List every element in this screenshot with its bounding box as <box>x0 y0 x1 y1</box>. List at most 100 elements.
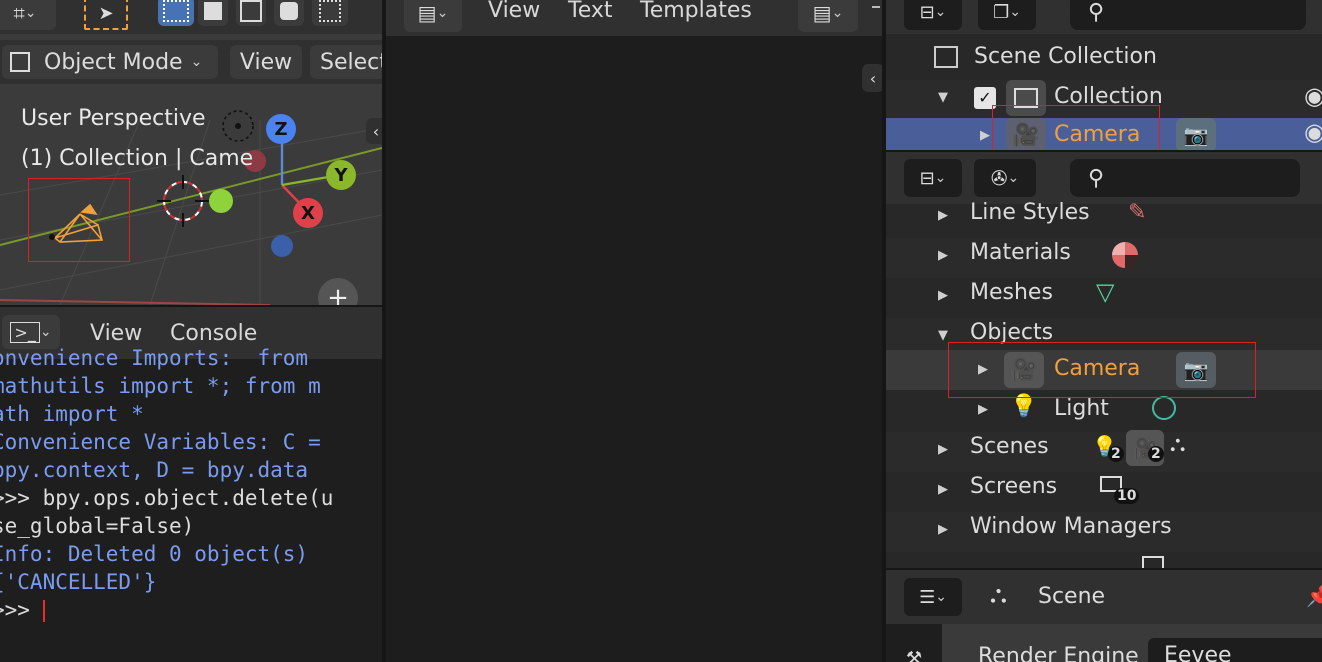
outliner-view-layer[interactable]: ⊟ ⌄ ❐ ⌄ ⚲ Scene Collection ▼ ✓ Collection … <box>886 0 1322 150</box>
select-mode-invert[interactable] <box>274 0 304 26</box>
tree-row-line-styles[interactable]: ▶ Line Styles ✎ <box>886 198 1322 238</box>
expand-arrow-icon[interactable]: ▶ <box>978 402 988 417</box>
axis-y-icon[interactable]: Y <box>326 160 356 190</box>
mode-label: Object Mode <box>44 49 183 75</box>
camera-data-icon[interactable]: 📷 <box>1176 352 1216 388</box>
select-tool-button[interactable]: ➤ <box>84 0 128 30</box>
outliner-file-search-input[interactable]: ⚲ <box>1070 159 1300 197</box>
camera-label: Camera <box>1054 122 1141 147</box>
search-icon: ⚲ <box>1088 165 1105 191</box>
outliner-display-mode[interactable]: ⊟ ⌄ <box>904 0 962 30</box>
console-line: ath import * <box>0 402 144 426</box>
tree-row-window-managers[interactable]: ▶ Window Managers <box>886 512 1322 552</box>
tree-row-scenes[interactable]: ▶ Scenes 💡 2 🎥 2 ⛬ <box>886 430 1322 472</box>
expand-arrow-icon[interactable]: ▶ <box>938 522 948 537</box>
sidebar-toggle[interactable]: ‹ <box>862 64 882 92</box>
outliner-row-collection[interactable]: ▼ ✓ Collection ◉ <box>886 80 1322 118</box>
cursor-icon: ➤ <box>98 2 114 24</box>
text-menu-text[interactable]: Text <box>568 0 613 23</box>
menu-select-label: Select <box>320 49 382 75</box>
outliner-filter-button[interactable]: ❐ ⌄ <box>978 0 1036 30</box>
text-menu-view[interactable]: View <box>488 0 540 23</box>
camera-data-icon[interactable]: 📷 <box>1176 118 1216 150</box>
x-axis-line <box>0 299 271 305</box>
python-console[interactable]: >_ ⌄ View Console onvenience Imports: fro… <box>0 307 382 662</box>
expand-arrow-icon[interactable]: ▶ <box>938 442 948 457</box>
screens-label: Screens <box>970 474 1058 499</box>
properties-editor[interactable]: ☰ ⌄ ⛬ Scene 📌 ⚒ Render Engine Eevee <box>886 570 1322 662</box>
expand-arrow-icon[interactable]: ▶ <box>980 128 990 143</box>
select-mode-extend[interactable] <box>198 0 228 26</box>
render-engine-selector[interactable]: Eevee <box>1148 638 1322 662</box>
text-editor[interactable]: ▤ ⌄ View Text Templates ▤ ⌄ ‹ <box>386 0 882 662</box>
mode-selector[interactable]: Object Mode ⌄ <box>2 45 218 79</box>
viewport-3d[interactable]: Z Y X ⌗ ⌄ ➤ Object Mode ⌄ View Select Use… <box>0 0 382 305</box>
text-menu-templates[interactable]: Templates <box>640 0 752 23</box>
line-styles-label: Line Styles <box>970 200 1090 225</box>
console-prompt[interactable]: >>> <box>0 596 333 624</box>
axis-x-icon[interactable]: X <box>293 198 323 228</box>
tree-row-screens[interactable]: ▶ Screens 10 <box>886 472 1322 512</box>
chevron-down-icon: ⌄ <box>934 170 947 186</box>
tree-row-materials[interactable]: ▶ Materials <box>886 238 1322 278</box>
expand-arrow-icon[interactable]: ▶ <box>978 362 988 377</box>
collection-icon <box>1006 80 1046 116</box>
document-icon <box>1142 556 1164 568</box>
select-mode-new[interactable] <box>158 0 194 26</box>
menu-select[interactable]: Select <box>310 45 382 79</box>
object-type-icon: ⌗ <box>13 1 25 25</box>
console-menu-console[interactable]: Console <box>170 321 257 346</box>
outliner-row-camera-selected[interactable]: ▶ 🎥 Camera 📷 ◉ <box>886 118 1322 150</box>
expand-arrow-icon[interactable]: ▶ <box>938 288 948 303</box>
console-line: Convenience Variables: C = <box>0 430 321 454</box>
expand-arrow-icon[interactable]: ▶ <box>938 208 948 223</box>
tree-row-camera[interactable]: ▶ 🎥 Camera 📷 <box>886 350 1322 390</box>
image-stack-icon: ❐ <box>993 1 1010 23</box>
outliner-search-input[interactable]: ⚲ <box>1070 0 1306 30</box>
materials-label: Materials <box>970 240 1071 265</box>
text-editor-header: ▤ ⌄ View Text Templates ▤ ⌄ <box>386 0 882 36</box>
console-menu-view[interactable]: View <box>90 321 142 346</box>
tree-row-partial <box>886 552 1322 568</box>
console-output[interactable]: onvenience Imports: from mathutils impor… <box>0 344 333 624</box>
axis-z-icon[interactable]: Z <box>266 114 296 144</box>
chevron-down-icon: ⌄ <box>1007 170 1020 186</box>
menu-view[interactable]: View <box>230 45 302 79</box>
expand-arrow-icon[interactable]: ▼ <box>938 90 948 105</box>
blend-file-selector[interactable]: ✇ ⌄ <box>974 159 1036 197</box>
expand-arrow-icon[interactable]: ▶ <box>938 248 948 263</box>
outliner-row-scene-collection[interactable]: Scene Collection <box>886 40 1322 78</box>
collapse-arrow-icon[interactable]: ▼ <box>938 328 948 343</box>
console-line: Info: Deleted 0 object(s) <box>0 542 309 566</box>
outliner-blender-file[interactable]: ⊟ ⌄ ✇ ⌄ ⚲ ▶ Line Styles ✎ ▶ Materials ▶ Me… <box>886 152 1322 568</box>
mesh-icon: ▽ <box>1096 278 1115 306</box>
tree-row-meshes[interactable]: ▶ Meshes ▽ <box>886 278 1322 318</box>
outliner-hierarchy-icon: ⊟ <box>919 167 935 189</box>
select-mode-intersect[interactable] <box>312 0 348 26</box>
tool-tab-icon[interactable]: ⚒ <box>906 648 922 662</box>
chevron-down-icon: ⌄ <box>831 5 844 21</box>
checkbox-icon[interactable]: ✓ <box>974 87 996 109</box>
eye-icon[interactable]: ◉ <box>1304 118 1322 146</box>
properties-editor-type[interactable]: ☰ ⌄ <box>904 578 962 616</box>
render-engine-label: Render Engine <box>978 644 1139 662</box>
text-datablock-selector[interactable]: ▤ ⌄ <box>798 0 858 32</box>
eye-icon[interactable]: ◉ <box>1304 82 1322 110</box>
expand-arrow-icon[interactable]: ▶ <box>938 482 948 497</box>
light-label: Light <box>1054 396 1109 421</box>
sidebar-toggle[interactable]: ‹ <box>366 118 382 144</box>
pin-icon[interactable]: 📌 <box>1306 584 1322 608</box>
outliner-display-mode[interactable]: ⊟ ⌄ <box>904 159 962 197</box>
select-intersect-icon <box>319 0 341 22</box>
render-engine-value: Eevee <box>1164 642 1232 662</box>
console-icon: >_ <box>10 321 40 343</box>
tree-row-light[interactable]: ▶ 💡 Light <box>886 392 1322 432</box>
select-mode-subtract[interactable] <box>236 0 266 26</box>
scene-icon: ⛬ <box>990 580 1007 608</box>
text-editor-type[interactable]: ▤ ⌄ <box>404 0 462 32</box>
scene-collection-icon <box>934 46 958 68</box>
outliner-file-header: ⊟ ⌄ ✇ ⌄ ⚲ <box>886 152 1322 204</box>
chevron-down-icon: ⌄ <box>934 4 947 20</box>
editor-type-selector[interactable]: ⌗ ⌄ <box>0 0 56 30</box>
3d-cursor <box>157 175 209 227</box>
